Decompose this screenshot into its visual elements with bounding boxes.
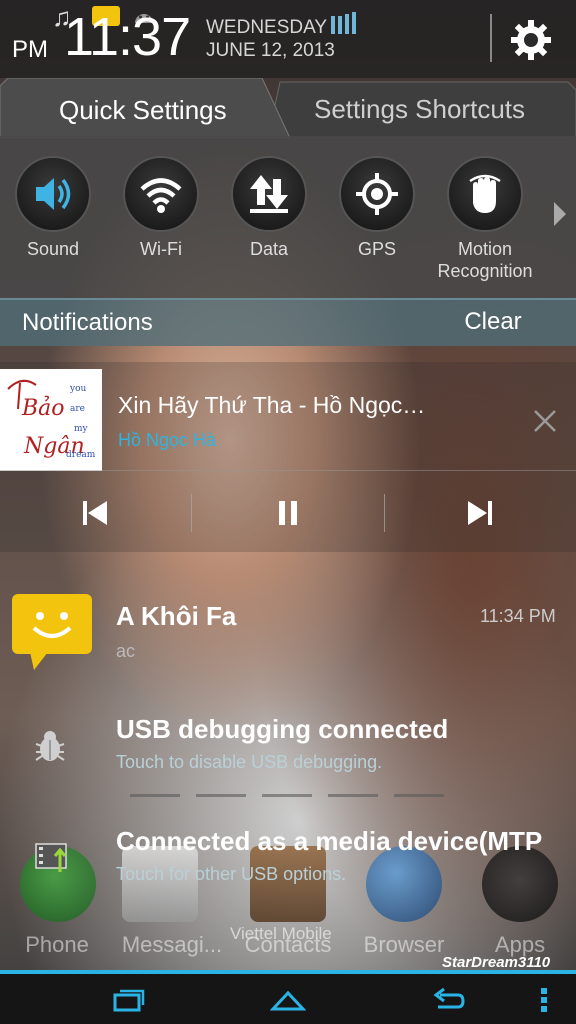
album-art: Bảo Ngân you are my dream xyxy=(0,369,102,471)
motion-hand-icon xyxy=(447,156,523,232)
quick-settings-panel: Sound Wi-Fi Data GPS Motion Recognition xyxy=(0,136,576,298)
home-button[interactable] xyxy=(258,982,318,1018)
gear-icon xyxy=(511,20,551,60)
data-arrows-icon xyxy=(231,156,307,232)
tab-quick-settings-label: Quick Settings xyxy=(59,95,227,125)
signal-icon xyxy=(331,12,356,34)
settings-button[interactable] xyxy=(506,18,556,62)
dock-label-messaging: Messagi... xyxy=(121,932,223,957)
divider xyxy=(384,494,385,532)
usb-debugging-subtitle: Touch to disable USB debugging. xyxy=(116,752,383,772)
notifications-title: Notifications xyxy=(22,309,153,336)
clock: 11:37 xyxy=(64,7,191,67)
divider xyxy=(394,794,444,797)
menu-button[interactable] xyxy=(514,982,574,1018)
overflow-menu-icon xyxy=(541,988,547,1012)
bug-icon xyxy=(35,731,65,761)
dock-label-phone: Phone xyxy=(25,932,89,957)
album-art-text: my xyxy=(74,424,89,434)
album-art-text: dream xyxy=(66,450,96,460)
quick-toggle-label: Sound xyxy=(26,239,80,259)
pause-icon xyxy=(279,501,297,525)
album-art-text: you xyxy=(69,384,87,394)
clear-button[interactable]: Clear xyxy=(448,302,538,342)
weekday-label: WEDNESDAY xyxy=(206,17,328,38)
close-icon[interactable] xyxy=(528,404,562,438)
divider xyxy=(130,794,180,797)
date-label: JUNE 12, 2013 xyxy=(206,40,335,61)
divider xyxy=(328,794,378,797)
usb-debugging-title: USB debugging connected xyxy=(116,714,449,744)
quick-toggle-motion[interactable]: Motion Recognition xyxy=(432,156,538,282)
ampm-label: PM xyxy=(12,36,48,63)
song-title: Xin Hãy Thứ Tha - Hồ Ngọc… xyxy=(118,392,426,418)
header-divider xyxy=(490,14,492,62)
wifi-icon xyxy=(123,156,199,232)
sms-text: ac xyxy=(116,641,136,661)
media-device-subtitle: Touch for other USB options. xyxy=(116,864,347,884)
divider xyxy=(196,794,246,797)
album-art-text: are xyxy=(70,404,85,414)
back-button[interactable] xyxy=(418,982,478,1018)
quick-toggle-data[interactable]: Data xyxy=(216,156,322,260)
next-track-button[interactable] xyxy=(450,490,510,536)
album-art-text: Bảo xyxy=(21,395,65,421)
quick-toggle-wifi[interactable]: Wi-Fi xyxy=(108,156,214,260)
quick-toggle-sound[interactable]: Sound xyxy=(0,156,106,260)
skip-next-icon xyxy=(468,501,492,525)
quick-toggle-label: Data xyxy=(249,239,289,259)
back-arrow-icon xyxy=(433,987,465,1009)
sms-time: 11:34 PM xyxy=(480,606,556,626)
quick-toggle-label: Wi-Fi xyxy=(140,239,182,259)
tab-settings-shortcuts-label: Settings Shortcuts xyxy=(314,94,525,124)
pause-button[interactable] xyxy=(258,490,318,536)
skip-previous-icon xyxy=(83,501,107,525)
divider xyxy=(191,494,192,532)
quick-toggle-label: GPS xyxy=(357,239,396,259)
quick-toggle-gps[interactable]: GPS xyxy=(324,156,430,260)
divider xyxy=(0,470,576,471)
carrier-label: Viettel Mobile xyxy=(230,924,332,943)
media-device-title: Connected as a media device(MTP xyxy=(116,826,543,856)
song-artist: Hồ Ngọc Hà xyxy=(118,430,217,450)
gps-icon xyxy=(339,156,415,232)
scroll-right-arrow-icon[interactable] xyxy=(554,202,566,226)
recent-apps-button[interactable] xyxy=(98,982,158,1018)
divider xyxy=(262,794,312,797)
recent-apps-icon xyxy=(113,989,145,1012)
message-smiley-icon xyxy=(12,594,92,670)
home-icon xyxy=(270,990,306,1011)
watermark: StarDream3110 xyxy=(442,954,551,971)
sms-sender: A Khôi Fa xyxy=(116,601,237,631)
quick-toggle-label: Motion Recognition xyxy=(437,239,533,281)
usb-film-icon xyxy=(35,843,67,872)
speaker-icon xyxy=(15,156,91,232)
previous-track-button[interactable] xyxy=(65,490,125,536)
